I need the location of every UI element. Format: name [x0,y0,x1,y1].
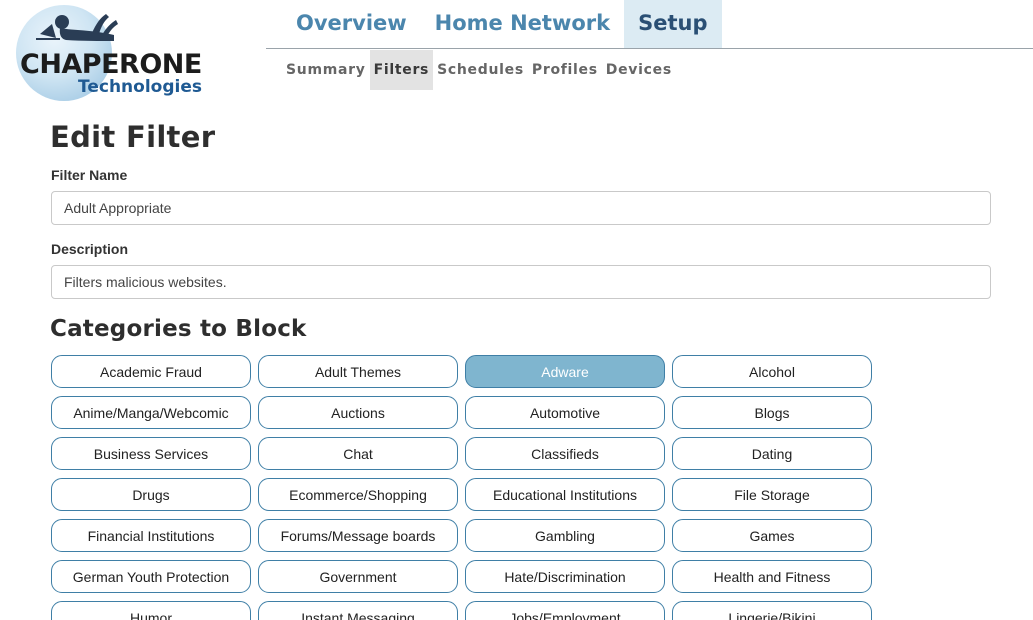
category-adult-themes[interactable]: Adult Themes [258,355,458,388]
filter-name-input[interactable] [51,191,991,225]
category-academic-fraud[interactable]: Academic Fraud [51,355,251,388]
category-chat[interactable]: Chat [258,437,458,470]
category-automotive[interactable]: Automotive [465,396,665,429]
category-dating[interactable]: Dating [672,437,872,470]
category-file-storage[interactable]: File Storage [672,478,872,511]
page-title: Edit Filter [50,120,216,154]
chaperone-logo[interactable]: CHAPERONE Technologies [14,4,226,104]
subnav-summary[interactable]: Summary [282,50,370,90]
category-alcohol[interactable]: Alcohol [672,355,872,388]
category-health-and-fitness[interactable]: Health and Fitness [672,560,872,593]
subnav-schedules[interactable]: Schedules [433,50,528,90]
category-hate-discrimination[interactable]: Hate/Discrimination [465,560,665,593]
subnav-profiles[interactable]: Profiles [528,50,602,90]
category-government[interactable]: Government [258,560,458,593]
primary-nav: Overview Home Network Setup [282,0,722,48]
category-adware[interactable]: Adware [465,355,665,388]
category-games[interactable]: Games [672,519,872,552]
category-gambling[interactable]: Gambling [465,519,665,552]
category-auctions[interactable]: Auctions [258,396,458,429]
category-ecommerce-shopping[interactable]: Ecommerce/Shopping [258,478,458,511]
nav-setup[interactable]: Setup [624,0,722,48]
category-jobs-employment[interactable]: Jobs/Employment [465,601,665,620]
category-anime-manga-webcomic[interactable]: Anime/Manga/Webcomic [51,396,251,429]
category-drugs[interactable]: Drugs [51,478,251,511]
description-input[interactable] [51,265,991,299]
category-forums-message-boards[interactable]: Forums/Message boards [258,519,458,552]
category-instant-messaging[interactable]: Instant Messaging [258,601,458,620]
category-educational-institutions[interactable]: Educational Institutions [465,478,665,511]
description-label: Description [51,241,129,257]
category-financial-institutions[interactable]: Financial Institutions [51,519,251,552]
category-classifieds[interactable]: Classifieds [465,437,665,470]
category-lingerie-bikini[interactable]: Lingerie/Bikini [672,601,872,620]
subnav-devices[interactable]: Devices [602,50,676,90]
subnav-filters[interactable]: Filters [369,50,434,90]
category-business-services[interactable]: Business Services [51,437,251,470]
secondary-nav: Summary Filters Schedules Profiles Devic… [282,50,676,90]
nav-divider [266,48,1033,49]
logo-wordmark: CHAPERONE [20,49,202,80]
logo-child-laptop-icon [36,14,118,41]
nav-overview[interactable]: Overview [282,0,421,48]
filter-name-label: Filter Name [51,167,128,183]
category-blogs[interactable]: Blogs [672,396,872,429]
categories-heading: Categories to Block [50,316,307,342]
category-german-youth-protection[interactable]: German Youth Protection [51,560,251,593]
page: CHAPERONE Technologies Overview Home Net… [0,0,1033,620]
nav-home-network[interactable]: Home Network [421,0,624,48]
category-humor[interactable]: Humor [51,601,251,620]
logo-subtitle: Technologies [78,77,202,97]
category-grid: Academic Fraud Adult Themes Adware Alcoh… [51,355,873,620]
